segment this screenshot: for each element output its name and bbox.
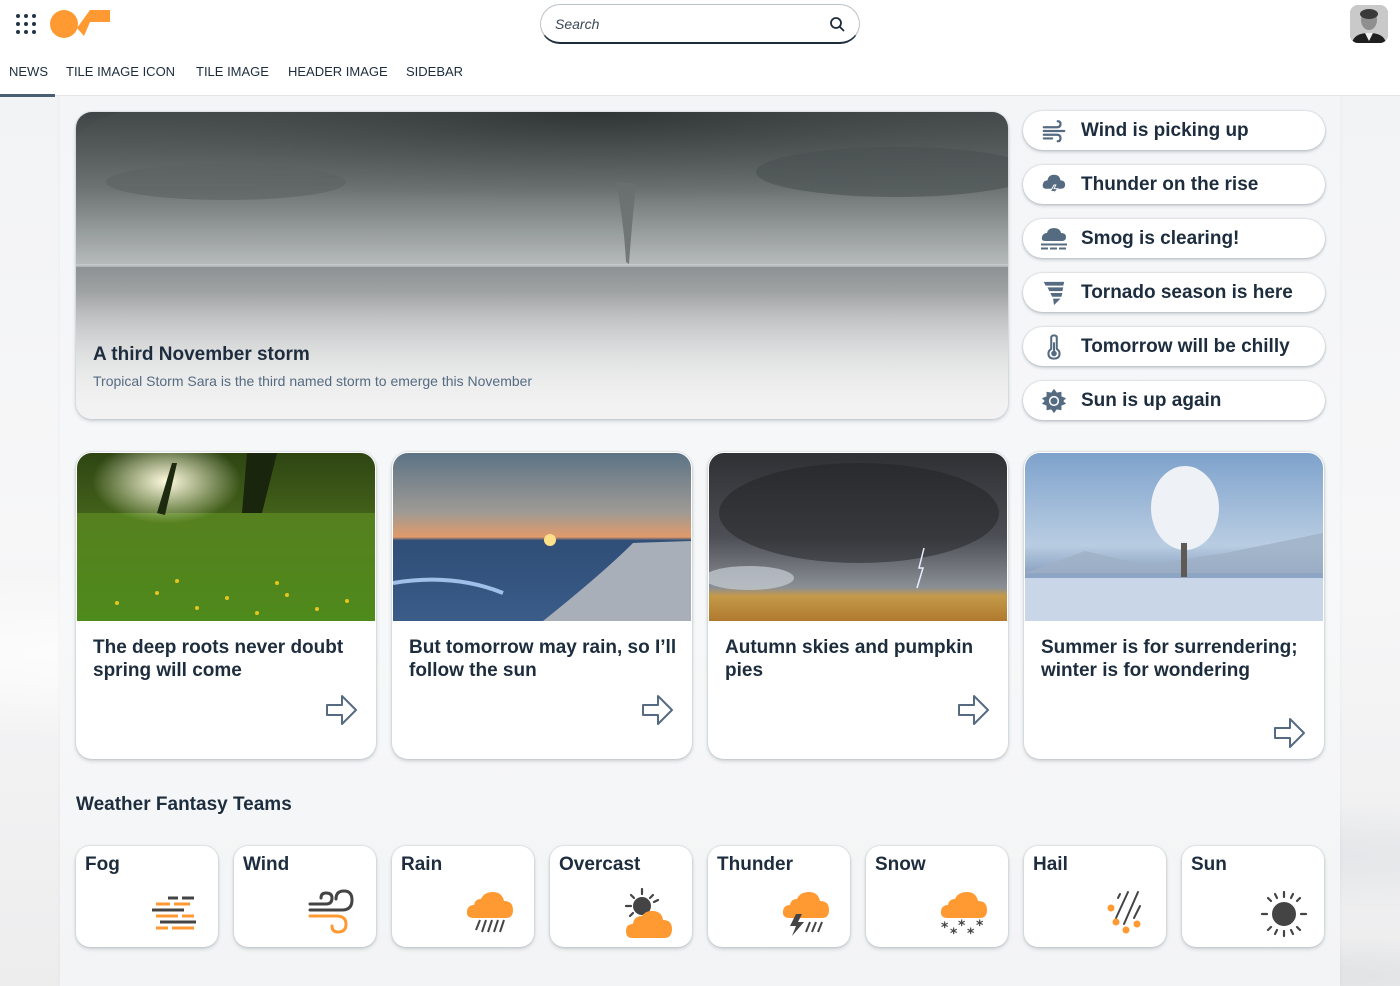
wind-icon [308,889,354,934]
side-item-thunder[interactable]: Thunder on the rise [1023,165,1325,204]
card-title: Summer is for surrendering; winter is fo… [1041,637,1298,681]
side-item-label: Tornado season is here [1081,281,1293,303]
svg-text:*: * [950,926,958,942]
fog-icon [152,896,196,930]
overcast-icon [624,887,672,938]
team-label: Fog [85,854,120,875]
tab-header-image[interactable]: HEADER IMAGE [288,52,388,96]
side-item-label: Thunder on the rise [1081,173,1259,195]
hail-icon [1107,891,1141,934]
svg-text:*: * [976,918,984,934]
team-tile-fog[interactable]: Fog [76,846,218,947]
side-item-wind[interactable]: Wind is picking up [1023,111,1325,150]
search-input[interactable] [555,15,829,32]
side-item-chilly[interactable]: Tomorrow will be chilly [1023,327,1325,366]
news-card[interactable]: But tomorrow may rain, so I’ll follow th… [392,452,692,759]
news-card[interactable]: Autumn skies and pumpkin pies [708,452,1008,759]
avatar-portrait [1350,5,1388,43]
card-image-spring-meadow [77,453,375,621]
shell-bar [0,0,1400,52]
sun-gear-icon [1040,387,1068,415]
hero-subtitle: Tropical Storm Sara is the third named s… [93,373,533,389]
side-item-label: Wind is picking up [1081,119,1249,141]
grid-dots-icon[interactable] [16,14,36,34]
tornado-icon [1040,279,1068,307]
team-label: Sun [1191,854,1227,875]
tab-news[interactable]: NEWS [0,52,55,97]
news-card[interactable]: The deep roots never doubt spring will c… [76,452,376,759]
side-item-label: Smog is clearing! [1081,227,1240,249]
hero-title: A third November storm [93,344,310,365]
search-icon[interactable] [829,16,845,32]
hero-card[interactable]: A third November storm Tropical Storm Sa… [76,112,1008,419]
tab-tile-image[interactable]: TILE IMAGE [196,52,269,96]
side-item-sun[interactable]: Sun is up again [1023,381,1325,420]
thunder-cloud-icon [1040,171,1068,199]
snow-icon: * * * * * [940,892,987,942]
team-label: Snow [875,854,926,875]
user-avatar[interactable] [1350,5,1388,43]
side-item-label: Tomorrow will be chilly [1081,335,1290,357]
team-label: Rain [401,854,443,875]
arrow-right-icon[interactable] [1273,716,1307,750]
team-label: Thunder [717,854,793,875]
thunderstorm-icon [782,892,829,936]
card-image-beach-sunset [393,453,691,621]
card-title: The deep roots never doubt spring will c… [93,637,344,681]
team-tile-rain[interactable]: Rain [392,846,534,947]
card-title: But tomorrow may rain, so I’ll follow th… [409,637,677,681]
tab-sidebar[interactable]: SIDEBAR [406,52,463,96]
sun-icon [1260,890,1308,938]
thermometer-icon [1040,333,1068,361]
brand-logo[interactable] [50,10,112,38]
team-label: Overcast [559,854,641,875]
arrow-right-icon[interactable] [641,693,675,727]
svg-text:*: * [958,918,966,934]
wind-icon [1040,117,1068,145]
team-tile-snow[interactable]: Snow * * * * * [866,846,1008,947]
team-tile-thunder[interactable]: Thunder [708,846,850,947]
svg-text:*: * [967,926,975,942]
side-item-tornado[interactable]: Tornado season is here [1023,273,1325,312]
rain-icon [466,892,513,933]
team-label: Wind [243,854,290,875]
card-title: Autumn skies and pumpkin pies [725,637,974,681]
team-tile-sun[interactable]: Sun [1182,846,1324,947]
news-card[interactable]: Summer is for surrendering; winter is fo… [1024,452,1324,759]
section-title: Weather Fantasy Teams [76,794,292,815]
smog-icon [1040,225,1068,253]
card-image-storm-over-field [709,453,1007,621]
arrow-right-icon[interactable] [325,693,359,727]
tab-bar: NEWS TILE IMAGE ICON TILE IMAGE HEADER I… [0,52,1400,97]
arrow-right-icon[interactable] [957,693,991,727]
card-image-frosted-tree [1025,453,1323,621]
team-label: Hail [1033,854,1068,875]
tab-tile-image-icon[interactable]: TILE IMAGE ICON [66,52,175,96]
search-field[interactable] [540,4,860,44]
svg-text:*: * [941,920,949,936]
side-item-label: Sun is up again [1081,389,1222,411]
team-tile-hail[interactable]: Hail [1024,846,1166,947]
side-item-smog[interactable]: Smog is clearing! [1023,219,1325,258]
team-tile-wind[interactable]: Wind [234,846,376,947]
team-tile-overcast[interactable]: Overcast [550,846,692,947]
